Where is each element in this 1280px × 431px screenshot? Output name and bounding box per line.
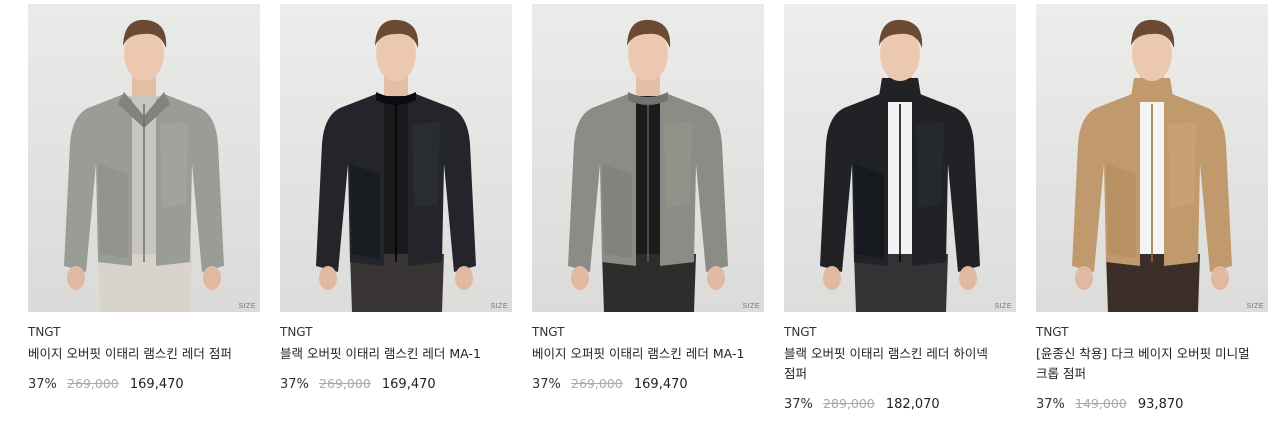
size-tag[interactable]: SIZE xyxy=(742,303,760,310)
price-row: 37% 289,000 182,070 xyxy=(784,395,1016,414)
price-row: 37% 269,000 169,470 xyxy=(532,375,764,394)
brand-name[interactable]: TNGT xyxy=(280,324,512,340)
size-tag[interactable]: SIZE xyxy=(490,303,508,310)
product-card[interactable]: SIZE TNGT 블랙 오버핏 이태리 램스킨 레더 하이넥 점퍼 37% 2… xyxy=(784,4,1016,414)
size-tag[interactable]: SIZE xyxy=(238,303,256,310)
jacket-shadow xyxy=(854,164,884,258)
price-row: 37% 269,000 169,470 xyxy=(28,375,260,394)
sale-price: 169,470 xyxy=(633,377,688,392)
original-price: 269,000 xyxy=(571,376,623,391)
product-name[interactable]: [윤종신 착용] 다크 베이지 오버핏 미니멀 크롭 점퍼 xyxy=(1036,344,1251,384)
product-card[interactable]: SIZE TNGT 블랙 오버핏 이태리 램스킨 레더 MA-1 37% 269… xyxy=(280,4,512,394)
product-image[interactable]: SIZE xyxy=(28,4,260,312)
jacket-shadow xyxy=(1106,164,1136,258)
original-price: 269,000 xyxy=(67,376,119,391)
hand-right xyxy=(455,266,473,290)
original-price: 269,000 xyxy=(319,376,371,391)
hand-right xyxy=(1211,266,1229,290)
discount-rate: 37% xyxy=(1036,397,1065,412)
product-name[interactable]: 블랙 오버핏 이태리 램스킨 레더 하이넥 점퍼 xyxy=(784,344,999,384)
sale-price: 182,070 xyxy=(885,397,940,412)
discount-rate: 37% xyxy=(28,377,57,392)
original-price: 289,000 xyxy=(823,396,875,411)
jacket-shadow xyxy=(602,164,632,258)
discount-rate: 37% xyxy=(280,377,309,392)
product-image[interactable]: SIZE xyxy=(532,4,764,312)
product-photo xyxy=(784,4,1016,312)
sale-price: 93,870 xyxy=(1137,397,1184,412)
hand-left xyxy=(823,266,841,290)
product-photo xyxy=(28,4,260,312)
jacket-collar xyxy=(1130,78,1174,102)
hand-left xyxy=(1075,266,1093,290)
product-name[interactable]: 베이지 오버핏 이태리 램스킨 레더 점퍼 xyxy=(28,344,243,364)
product-photo xyxy=(532,4,764,312)
product-card[interactable]: SIZE TNGT 베이지 오퍼핏 이태리 램스킨 레더 MA-1 37% 26… xyxy=(532,4,764,394)
price-row: 37% 269,000 169,470 xyxy=(280,375,512,394)
product-grid: SIZE TNGT 베이지 오버핏 이태리 램스킨 레더 점퍼 37% 269,… xyxy=(0,0,1280,431)
size-tag[interactable]: SIZE xyxy=(1246,303,1264,310)
original-price: 149,000 xyxy=(1075,396,1127,411)
brand-name[interactable]: TNGT xyxy=(532,324,764,340)
discount-rate: 37% xyxy=(784,397,813,412)
product-image[interactable]: SIZE xyxy=(784,4,1016,312)
hand-left xyxy=(67,266,85,290)
brand-name[interactable]: TNGT xyxy=(784,324,1016,340)
hand-left xyxy=(319,266,337,290)
discount-rate: 37% xyxy=(532,377,561,392)
hand-right xyxy=(203,266,221,290)
sale-price: 169,470 xyxy=(381,377,436,392)
product-image[interactable]: SIZE xyxy=(1036,4,1268,312)
hand-right xyxy=(959,266,977,290)
size-tag[interactable]: SIZE xyxy=(994,303,1012,310)
product-card[interactable]: SIZE TNGT [윤종신 착용] 다크 베이지 오버핏 미니멀 크롭 점퍼 … xyxy=(1036,4,1268,414)
jacket-highlight xyxy=(412,122,440,208)
jacket-collar xyxy=(878,78,922,102)
sale-price: 169,470 xyxy=(129,377,184,392)
price-row: 37% 149,000 93,870 xyxy=(1036,395,1268,414)
hand-right xyxy=(707,266,725,290)
jacket-highlight xyxy=(664,122,692,208)
jacket-shadow xyxy=(98,164,128,258)
product-image[interactable]: SIZE xyxy=(280,4,512,312)
brand-name[interactable]: TNGT xyxy=(28,324,260,340)
jacket-shadow xyxy=(350,164,380,258)
hand-left xyxy=(571,266,589,290)
product-photo xyxy=(280,4,512,312)
product-photo xyxy=(1036,4,1268,312)
jacket-highlight xyxy=(1168,122,1196,208)
product-name[interactable]: 블랙 오버핏 이태리 램스킨 레더 MA-1 xyxy=(280,344,495,364)
brand-name[interactable]: TNGT xyxy=(1036,324,1268,340)
product-card[interactable]: SIZE TNGT 베이지 오버핏 이태리 램스킨 레더 점퍼 37% 269,… xyxy=(28,4,260,394)
jacket-highlight xyxy=(916,122,944,208)
jacket-highlight xyxy=(160,122,188,208)
product-name[interactable]: 베이지 오퍼핏 이태리 램스킨 레더 MA-1 xyxy=(532,344,747,364)
